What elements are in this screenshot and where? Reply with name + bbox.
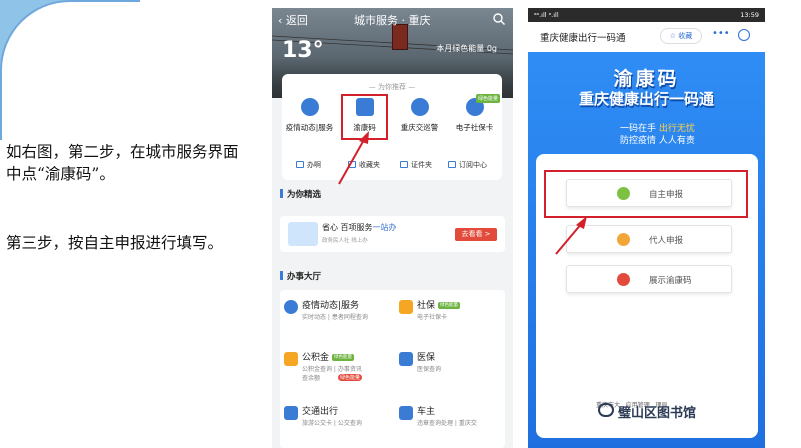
service-title: 医保 <box>417 353 436 363</box>
app-title-bar: 重庆健康出行一码通 ☆ 收藏 ••• <box>528 22 765 52</box>
close-icon[interactable] <box>738 29 750 41</box>
virus-icon <box>284 300 298 314</box>
banner-go-button[interactable]: 去看看 > <box>455 228 497 241</box>
hero-subheading: 重庆健康出行一码通 <box>578 90 714 108</box>
wechat-icon <box>598 403 614 417</box>
promo-banner[interactable]: 省心 百项服务一站办 政务民人社 线上办 去看看 > <box>280 216 505 252</box>
featured-title: 为你精选 <box>280 188 321 200</box>
recommend-card: — 为你推荐 — 疫情动态|服务 渝康码 重庆交巡警 绿色能量 电子社保卡 办啊… <box>282 74 502 180</box>
proxy-icon <box>617 233 630 246</box>
pointer-arrow <box>338 131 369 185</box>
banner-main-text: 省心 百项服务一站办 <box>322 223 397 232</box>
police-icon <box>410 98 429 116</box>
button-label: 代人申报 <box>649 236 684 246</box>
highlight-box-self-declare <box>544 170 748 218</box>
show-code-button[interactable]: 展示渝康码 <box>566 265 732 293</box>
rec-item-label: 疫情动态|服务 <box>285 123 334 132</box>
action-card: 自主申报 代人申报 展示渝康码 重庆市大...应用管理...理局 <box>536 154 758 438</box>
social-security-icon <box>399 300 413 314</box>
service-sub: 实时动态 | 患者同程查询 <box>302 314 368 321</box>
watermark: 璧山区图书馆 <box>618 406 697 421</box>
quick-action-subscriptions[interactable]: 订阅中心 <box>448 160 487 170</box>
energy-badge-red: 绿色能量 <box>338 374 363 381</box>
service-medical-insurance[interactable]: 医保 医保查询 <box>395 348 505 386</box>
rec-item-epidemic[interactable]: 疫情动态|服务 <box>282 98 337 133</box>
rec-item-label: 电子社保卡 <box>455 123 494 132</box>
service-sub: 电子社保卡 <box>417 314 448 321</box>
rec-item-traffic-police[interactable]: 重庆交巡警 <box>392 98 447 133</box>
medical-icon <box>399 352 413 366</box>
recommend-title: — 为你推荐 — <box>368 83 416 91</box>
favorite-button[interactable]: ☆ 收藏 <box>660 28 702 44</box>
bell-icon <box>448 161 456 168</box>
service-epidemic[interactable]: 疫情动态|服务 实时动态 | 患者同程查询 <box>280 296 390 334</box>
service-sub: 旅游公交卡 | 公交查询 <box>302 420 362 427</box>
app-title: 重庆健康出行一码通 <box>540 33 626 44</box>
energy-badge: 绿色能量 <box>475 94 500 103</box>
service-social-security[interactable]: 社保 绿色能量 电子社保卡 <box>395 296 505 334</box>
pointer-arrow-2 <box>555 216 587 255</box>
quick-action-handle[interactable]: 办啊 <box>296 160 321 170</box>
back-button[interactable]: ‹ 返回 <box>278 12 308 28</box>
search-icon[interactable] <box>492 12 506 26</box>
city-service-screen: ‹ 返回 城市服务 · 重庆 13° 本月绿色能量 0g — 为你推荐 — 疫情… <box>272 8 513 448</box>
energy-label: 本月绿色能量 0g <box>436 44 497 53</box>
slide-frame <box>0 0 140 140</box>
service-sub: 违章查询处理 | 重庆交 <box>417 420 477 427</box>
virus-icon <box>300 98 319 116</box>
service-title: 社保 绿色能量 <box>417 301 461 311</box>
more-icon[interactable]: ••• <box>712 28 730 39</box>
service-car-owner[interactable]: 车主 违章查询处理 | 重庆交 <box>395 402 505 440</box>
service-hall: 疫情动态|服务 实时动态 | 患者同程查询 社保 绿色能量 电子社保卡 公积金 绿色… <box>280 290 505 448</box>
step3-text: 第三步，按自主申报进行填写。 <box>6 234 224 252</box>
transport-icon <box>284 406 298 420</box>
service-title: 公积金 绿色能量 <box>302 353 355 363</box>
quick-action-certificates[interactable]: 证件夹 <box>400 160 432 170</box>
service-transport[interactable]: 交通出行 旅游公交卡 | 公交查询 <box>280 402 390 440</box>
car-icon <box>399 406 413 420</box>
service-sub: 医保查询 <box>417 366 442 373</box>
status-bar: ᵃᵃ.ıll ᵃ.ıll 13:59 <box>528 8 765 22</box>
qr-icon <box>617 273 630 286</box>
service-housing-fund[interactable]: 公积金 绿色能量 公积金查询 | 办事资讯 查余额 绿色能量 <box>280 348 390 390</box>
service-sub: 公积金查询 | 办事资讯 <box>302 366 362 373</box>
slogan-line-2: 防控疫情 人人有责 <box>620 136 695 146</box>
status-time: 13:59 <box>740 11 759 19</box>
housing-fund-icon <box>284 352 298 366</box>
doc-icon <box>296 161 304 168</box>
step2-text: 如右图，第二步，在城市服务界面中点“渝康码”。 <box>6 143 239 183</box>
rec-item-label: 重庆交巡警 <box>400 123 439 132</box>
id-icon <box>400 161 408 168</box>
signal-indicator: ᵃᵃ.ıll ᵃ.ıll <box>534 11 559 19</box>
banner-illustration <box>288 222 318 246</box>
hall-title: 办事大厅 <box>280 270 321 282</box>
service-title: 车主 <box>417 407 436 417</box>
rec-item-social-card[interactable]: 绿色能量 电子社保卡 <box>447 94 502 133</box>
button-label: 展示渝康码 <box>649 276 692 286</box>
hero-heading: 渝康码 <box>613 68 680 90</box>
service-title: 交通出行 <box>302 407 339 417</box>
service-title: 疫情动态|服务 <box>302 301 360 311</box>
service-sub2: 查余额 <box>302 375 321 382</box>
temperature: 13° <box>282 38 324 63</box>
banner-sub-text: 政务民人社 线上办 <box>322 238 368 244</box>
back-label: 返回 <box>285 14 308 27</box>
page-title: 城市服务 · 重庆 <box>354 14 431 27</box>
quick-actions: 办啊 收藏夹 证件夹 订阅中心 <box>282 160 502 174</box>
